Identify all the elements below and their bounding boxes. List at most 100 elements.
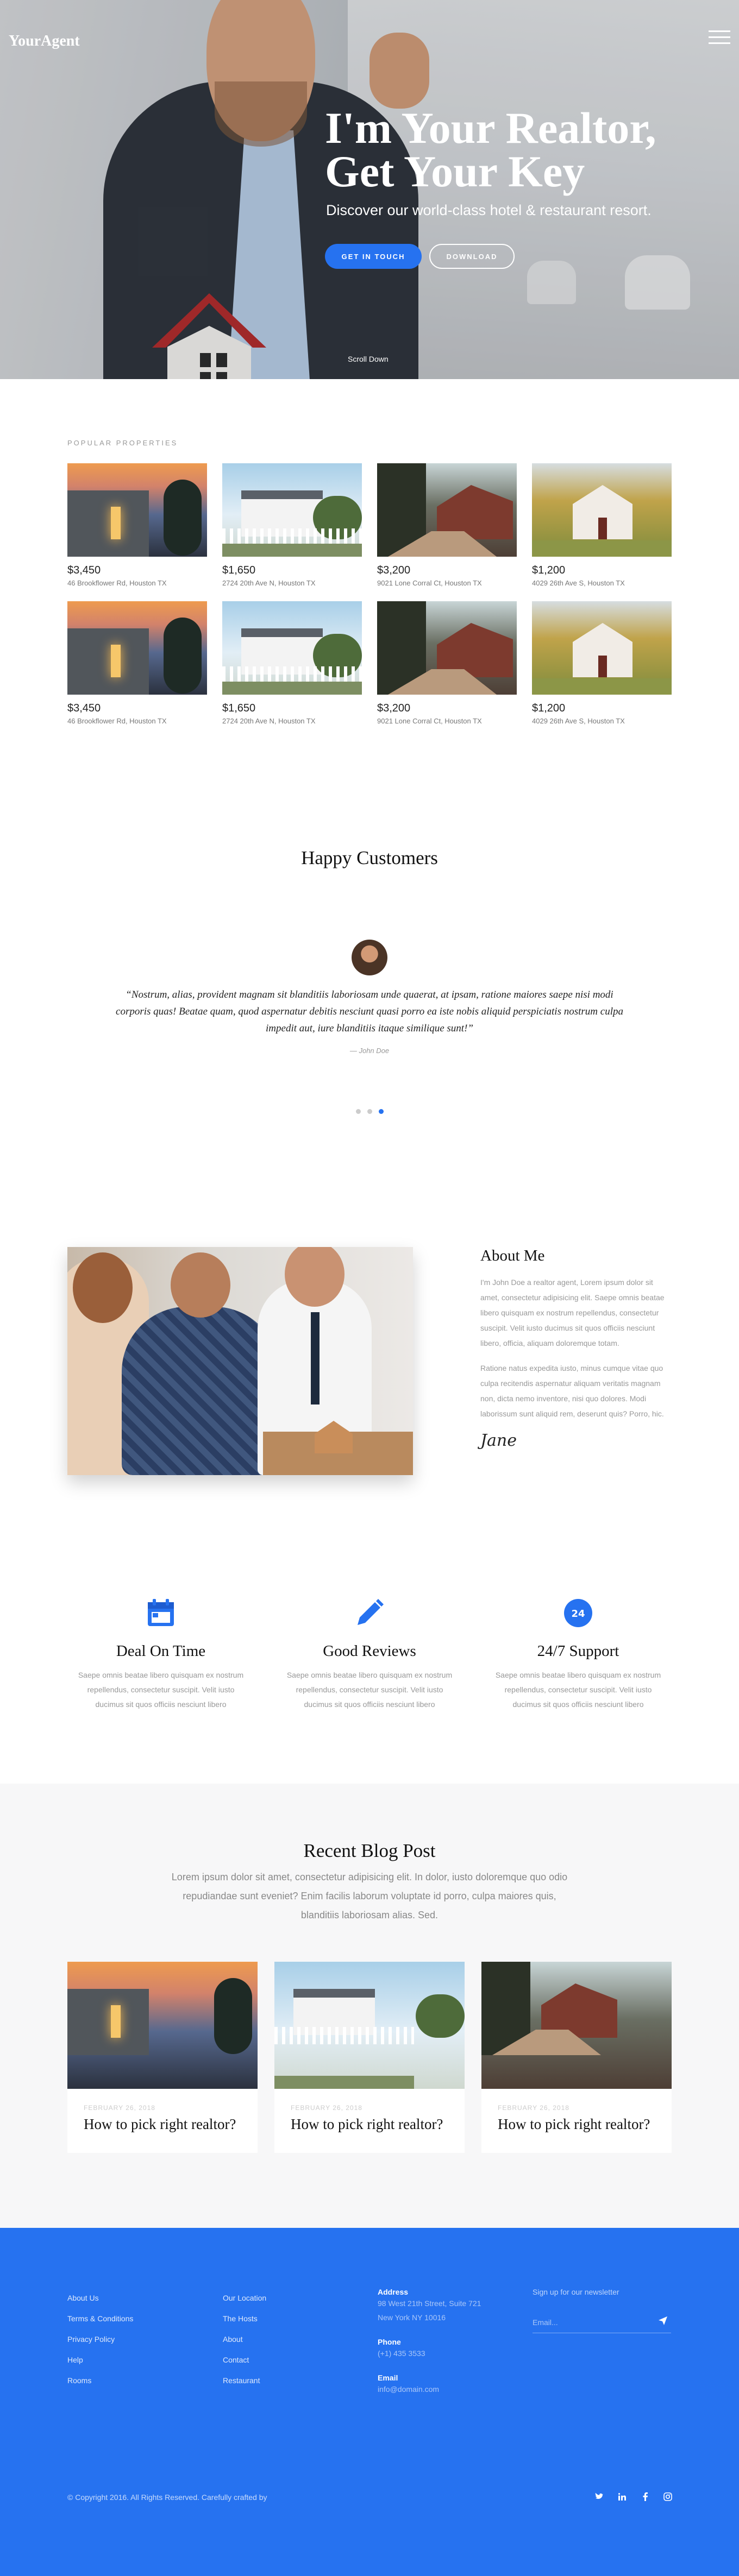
footer-link[interactable]: Privacy Policy bbox=[67, 2329, 133, 2350]
property-card[interactable]: $1,200 4029 26th Ave S, Houston TX bbox=[532, 463, 672, 587]
carousel-dot-active[interactable] bbox=[378, 1109, 384, 1114]
property-card[interactable]: $1,200 4029 26th Ave S, Houston TX bbox=[532, 601, 672, 725]
send-icon[interactable] bbox=[658, 2316, 671, 2329]
about-text: About Me I'm John Doe a realtor agent, L… bbox=[480, 1247, 672, 1450]
footer-links-col: About Us Terms & Conditions Privacy Poli… bbox=[67, 2288, 133, 2391]
get-in-touch-button[interactable]: GET IN TOUCH bbox=[325, 244, 422, 269]
property-address: 9021 Lone Corral Ct, Houston TX bbox=[377, 579, 482, 587]
address-label: Address bbox=[378, 2288, 409, 2296]
download-button[interactable]: DOWNLOAD bbox=[429, 244, 515, 269]
property-price: $1,200 bbox=[532, 564, 566, 576]
footer-link[interactable]: Restaurant bbox=[223, 2370, 266, 2391]
testimonial-quote: “Nostrum, alias, provident magnam sit bl… bbox=[116, 989, 623, 1034]
blog-title[interactable]: How to pick right realtor? bbox=[498, 2116, 672, 2133]
blog-card[interactable]: FEBRUARY 26, 2018 How to pick right real… bbox=[67, 1962, 258, 2153]
hero: YourAgent I'm Your Realtor, Get Your Key… bbox=[0, 0, 739, 379]
blog-card[interactable]: FEBRUARY 26, 2018 How to pick right real… bbox=[481, 1962, 672, 2153]
property-price: $1,200 bbox=[532, 702, 566, 714]
feature-text: Saepe omnis beatae libero quisquam ex no… bbox=[78, 1671, 244, 1709]
footer-links-col: Our Location The Hosts About Contact Res… bbox=[223, 2288, 266, 2391]
property-card[interactable]: $3,200 9021 Lone Corral Ct, Houston TX bbox=[377, 601, 517, 725]
about-title: About Me bbox=[480, 1247, 545, 1264]
property-price: $1,650 bbox=[222, 564, 256, 576]
footer-link[interactable]: Our Location bbox=[223, 2288, 266, 2308]
carousel-dots bbox=[0, 1109, 739, 1114]
footer-link[interactable]: Help bbox=[67, 2350, 133, 2370]
property-card[interactable]: $1,650 2724 20th Ave N, Houston TX bbox=[222, 601, 362, 725]
property-address: 2724 20th Ave N, Houston TX bbox=[222, 579, 316, 587]
footer-link[interactable]: About bbox=[223, 2329, 266, 2350]
property-photo[interactable] bbox=[532, 463, 672, 557]
about-section: About Me I'm John Doe a realtor agent, L… bbox=[0, 1247, 739, 1475]
page-body: POPULAR PROPERTIES $3,450 46 Brookflower … bbox=[0, 379, 739, 2576]
twitter-icon[interactable] bbox=[593, 2491, 605, 2503]
email-value[interactable]: info@domain.com bbox=[378, 2382, 497, 2396]
footer-link[interactable]: The Hosts bbox=[223, 2308, 266, 2329]
newsletter: Sign up for our newsletter bbox=[533, 2288, 671, 2333]
property-photo[interactable] bbox=[377, 601, 517, 695]
section-title: Happy Customers bbox=[301, 847, 438, 868]
blog-photo bbox=[481, 1962, 672, 2089]
footer-link[interactable]: Terms & Conditions bbox=[67, 2308, 133, 2329]
footer-link[interactable]: About Us bbox=[67, 2288, 133, 2308]
testimonial-author: — John Doe bbox=[349, 1047, 390, 1055]
customer-avatar bbox=[352, 940, 387, 975]
property-card[interactable]: $3,200 9021 Lone Corral Ct, Houston TX bbox=[377, 463, 517, 587]
signature: Jane bbox=[480, 1431, 517, 1450]
property-photo[interactable] bbox=[67, 463, 207, 557]
section-title: Recent Blog Post bbox=[303, 1840, 436, 1861]
linkedin-icon[interactable] bbox=[616, 2491, 628, 2503]
blog-title[interactable]: How to pick right realtor? bbox=[291, 2116, 465, 2133]
properties-grid: $3,450 46 Brookflower Rd, Houston TX $1,65… bbox=[67, 463, 672, 725]
blog-photo bbox=[67, 1962, 258, 2089]
footer-link[interactable]: Contact bbox=[223, 2350, 266, 2370]
scroll-down-link[interactable]: Scroll Down bbox=[348, 355, 389, 363]
feature-item: Deal On Time Saepe omnis beatae libero q… bbox=[67, 1597, 254, 1712]
footer-link[interactable]: Rooms bbox=[67, 2370, 133, 2391]
property-price: $3,200 bbox=[377, 702, 411, 714]
newsletter-label: Sign up for our newsletter bbox=[533, 2288, 619, 2296]
feature-text: Saepe omnis beatae libero quisquam ex no… bbox=[495, 1671, 661, 1709]
newsletter-email-input[interactable] bbox=[533, 2317, 658, 2327]
blog-date: FEBRUARY 26, 2018 bbox=[291, 2104, 362, 2112]
blog-date: FEBRUARY 26, 2018 bbox=[84, 2104, 155, 2112]
carousel-dot[interactable] bbox=[367, 1109, 372, 1114]
footer: About Us Terms & Conditions Privacy Poli… bbox=[0, 2228, 739, 2576]
property-card[interactable]: $1,650 2724 20th Ave N, Houston TX bbox=[222, 463, 362, 587]
feature-title: Deal On Time bbox=[116, 1642, 206, 1660]
pencil-icon bbox=[353, 1597, 386, 1629]
about-paragraph: Ratione natus expedita iusto, minus cumq… bbox=[480, 1364, 664, 1418]
feature-item: 24 24/7 Support Saepe omnis beatae liber… bbox=[485, 1597, 672, 1712]
about-photo bbox=[67, 1247, 413, 1475]
property-price: $3,450 bbox=[67, 702, 101, 714]
property-address: 46 Brookflower Rd, Houston TX bbox=[67, 579, 167, 587]
property-photo[interactable] bbox=[67, 601, 207, 695]
property-address: 46 Brookflower Rd, Houston TX bbox=[67, 717, 167, 725]
site-logo[interactable]: YourAgent bbox=[9, 33, 80, 50]
blog-grid: FEBRUARY 26, 2018 How to pick right real… bbox=[67, 1962, 672, 2153]
blog-section: Recent Blog Post Lorem ipsum dolor sit a… bbox=[0, 1784, 739, 2228]
hero-title-line: Get Your Key bbox=[325, 147, 585, 196]
property-address: 2724 20th Ave N, Houston TX bbox=[222, 717, 316, 725]
blog-card[interactable]: FEBRUARY 26, 2018 How to pick right real… bbox=[274, 1962, 465, 2153]
hero-subtitle: Discover our world-class hotel & restaur… bbox=[326, 202, 652, 218]
menu-icon[interactable] bbox=[709, 30, 730, 45]
property-photo[interactable] bbox=[222, 601, 362, 695]
property-photo[interactable] bbox=[222, 463, 362, 557]
hero-title: I'm Your Realtor, Get Your Key bbox=[325, 106, 705, 196]
property-photo[interactable] bbox=[532, 601, 672, 695]
support-icon: 24 bbox=[562, 1597, 594, 1629]
copyright: © Copyright 2016. All Rights Reserved. C… bbox=[67, 2493, 267, 2502]
instagram-icon[interactable] bbox=[662, 2491, 674, 2503]
property-card[interactable]: $3,450 46 Brookflower Rd, Houston TX bbox=[67, 601, 207, 725]
svg-text:24: 24 bbox=[571, 1608, 585, 1620]
property-photo[interactable] bbox=[377, 463, 517, 557]
social-links bbox=[593, 2491, 674, 2503]
feature-text: Saepe omnis beatae libero quisquam ex no… bbox=[286, 1671, 453, 1709]
property-card[interactable]: $3,450 46 Brookflower Rd, Houston TX bbox=[67, 463, 207, 587]
property-price: $3,200 bbox=[377, 564, 411, 576]
facebook-icon[interactable] bbox=[639, 2491, 651, 2503]
phone-value[interactable]: (+1) 435 3533 bbox=[378, 2346, 497, 2360]
blog-title[interactable]: How to pick right realtor? bbox=[84, 2116, 258, 2133]
carousel-dot[interactable] bbox=[355, 1109, 361, 1114]
